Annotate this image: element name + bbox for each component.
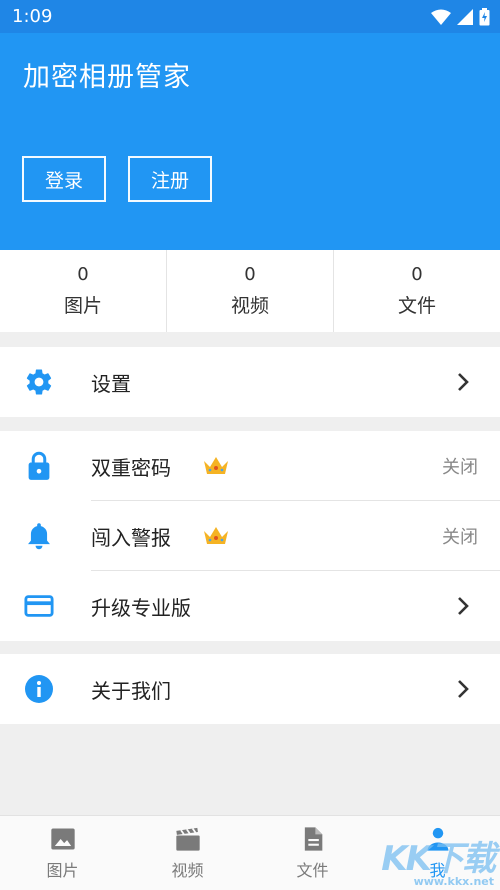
intrusion-alert-row[interactable]: 闯入警报 关闭 xyxy=(0,501,500,571)
about-row[interactable]: 关于我们 xyxy=(0,654,500,724)
profile-header: 加密相册管家 登录 注册 xyxy=(0,33,500,250)
settings-card: 设置 xyxy=(0,347,500,417)
watermark-brand: KK下载 xyxy=(381,839,496,879)
chevron-right-icon xyxy=(458,597,469,615)
login-button[interactable]: 登录 xyxy=(22,156,106,202)
tab-label: 视频 xyxy=(171,861,204,880)
tab-label: 图片 xyxy=(46,861,79,880)
wifi-icon xyxy=(431,9,451,25)
media-stats: 0 图片 0 视频 0 文件 xyxy=(0,250,500,332)
crown-icon xyxy=(204,527,228,544)
upgrade-row[interactable]: 升级专业版 xyxy=(0,571,500,641)
intrusion-alert-status[interactable]: 关闭 xyxy=(442,523,478,549)
tab-images[interactable]: 图片 xyxy=(0,816,125,890)
double-password-label: 双重密码 xyxy=(91,455,171,480)
battery-icon xyxy=(479,7,490,25)
tab-files[interactable]: 文件 xyxy=(250,816,375,890)
double-password-status[interactable]: 关闭 xyxy=(442,453,478,479)
crown-icon xyxy=(204,457,228,474)
stat-label: 视频 xyxy=(230,295,269,317)
about-card: 关于我们 xyxy=(0,654,500,724)
status-icons xyxy=(431,7,490,26)
card-icon xyxy=(24,591,54,621)
stat-count: 0 xyxy=(411,264,423,285)
upgrade-label: 升级专业版 xyxy=(91,595,191,620)
stat-label: 图片 xyxy=(63,295,102,317)
signal-icon xyxy=(457,8,473,25)
document-icon xyxy=(304,827,322,851)
status-bar: 1:09 xyxy=(0,0,500,33)
tab-videos[interactable]: 视频 xyxy=(125,816,250,890)
settings-row[interactable]: 设置 xyxy=(0,347,500,417)
stat-label: 文件 xyxy=(397,295,436,317)
info-icon xyxy=(24,674,54,704)
gear-icon xyxy=(24,367,54,397)
lock-icon xyxy=(24,451,54,481)
settings-label: 设置 xyxy=(91,371,131,396)
double-password-row[interactable]: 双重密码 关闭 xyxy=(0,431,500,501)
app-title: 加密相册管家 xyxy=(23,62,191,93)
stat-videos[interactable]: 0 视频 xyxy=(167,250,334,332)
intrusion-alert-label: 闯入警报 xyxy=(91,525,171,550)
stat-count: 0 xyxy=(244,264,256,285)
status-time: 1:09 xyxy=(12,6,53,27)
security-card: 双重密码 关闭 闯入警报 关闭 升级专业版 xyxy=(0,431,500,641)
chevron-right-icon xyxy=(458,680,469,698)
watermark-logo: KK下载 www.kkx.net xyxy=(381,839,496,887)
chevron-right-icon xyxy=(458,373,469,391)
stat-count: 0 xyxy=(77,264,89,285)
about-label: 关于我们 xyxy=(91,678,171,703)
stat-files[interactable]: 0 文件 xyxy=(334,250,500,332)
register-button[interactable]: 注册 xyxy=(128,156,212,202)
stat-images[interactable]: 0 图片 xyxy=(0,250,167,332)
tab-label: 文件 xyxy=(296,861,329,880)
clapperboard-icon xyxy=(175,827,200,851)
image-icon xyxy=(50,828,75,850)
bell-icon xyxy=(24,521,54,551)
